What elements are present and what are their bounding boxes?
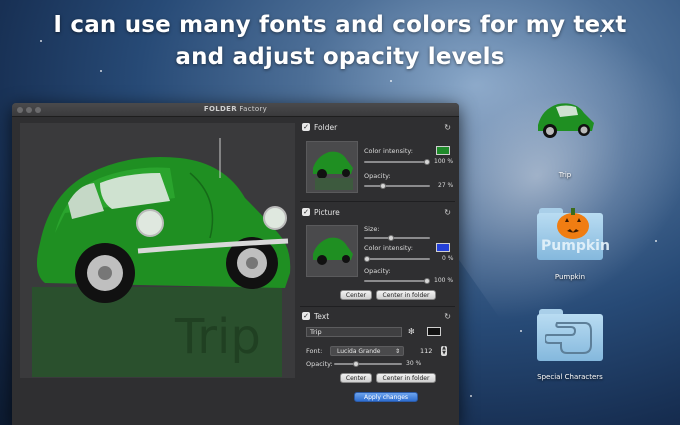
pumpkin-folder-icon: Pumpkin bbox=[537, 208, 610, 260]
picture-thumbnail bbox=[306, 225, 358, 277]
picture-opacity-value: 100 % bbox=[434, 277, 454, 284]
desktop-icon-trip[interactable]: Trip bbox=[515, 95, 615, 185]
section-divider bbox=[300, 306, 455, 307]
car-image bbox=[36, 138, 291, 303]
desktop-icon-label: Trip bbox=[558, 171, 572, 179]
desktop-icon-label: Special Characters bbox=[537, 373, 603, 381]
picture-color-swatch[interactable] bbox=[436, 243, 450, 252]
font-popup-value: Lucida Grande bbox=[337, 348, 381, 355]
folder-color-intensity-slider[interactable] bbox=[364, 159, 430, 165]
text-reset-icon[interactable]: ↻ bbox=[444, 312, 451, 321]
settings-panel: ✓ Folder ↻ Color intensity: 100 % Opacit… bbox=[300, 117, 459, 425]
picture-color-intensity-value: 0 % bbox=[442, 255, 454, 262]
picture-section-checkbox[interactable]: ✓ bbox=[302, 208, 310, 216]
picture-opacity-slider[interactable] bbox=[364, 278, 430, 284]
text-section-header: ✓ Text ↻ bbox=[300, 310, 455, 323]
slider-knob[interactable] bbox=[424, 278, 430, 284]
folder-reset-icon[interactable]: ↻ bbox=[444, 123, 451, 132]
picture-size-slider[interactable] bbox=[364, 235, 430, 241]
text-center-button[interactable]: Center bbox=[340, 373, 372, 383]
window-title-rest: Factory bbox=[239, 105, 268, 113]
picture-center-in-folder-button[interactable]: Center in folder bbox=[376, 290, 436, 300]
slider-knob[interactable] bbox=[424, 159, 430, 165]
font-label: Font: bbox=[306, 347, 323, 355]
picture-size-label: Size: bbox=[364, 225, 380, 233]
picture-color-intensity-label: Color intensity: bbox=[364, 244, 413, 252]
desktop-icon-special-characters[interactable]: Special Characters bbox=[520, 305, 620, 385]
hand-folder-icon bbox=[537, 309, 603, 361]
folder-factory-window: FOLDER Factory Trip ✓ Folder ↻ Color int… bbox=[12, 103, 459, 425]
text-opacity-value: 30 % bbox=[406, 360, 422, 367]
text-color-swatch[interactable] bbox=[427, 327, 441, 336]
pointing-hand-icon bbox=[545, 322, 592, 354]
desktop-icon-pumpkin[interactable]: Pumpkin Pumpkin bbox=[520, 200, 620, 281]
text-opacity-label: Opacity: bbox=[306, 360, 333, 368]
folder-color-intensity-value: 100 % bbox=[434, 158, 454, 165]
font-size-stepper[interactable]: ▲ ▼ bbox=[441, 346, 447, 356]
folder-opacity-value: 27 % bbox=[438, 182, 454, 189]
pumpkin-icon bbox=[557, 208, 589, 239]
title-bar[interactable]: FOLDER Factory bbox=[12, 103, 459, 117]
headline-line-2: and adjust opacity levels bbox=[175, 44, 505, 70]
text-section-title: Text bbox=[314, 312, 330, 321]
slider-knob[interactable] bbox=[388, 235, 394, 241]
slider-knob[interactable] bbox=[352, 361, 359, 367]
picture-center-button[interactable]: Center bbox=[340, 290, 372, 300]
picture-color-intensity-slider[interactable] bbox=[364, 256, 430, 262]
special-characters-icon[interactable]: ❇ bbox=[408, 327, 415, 336]
text-center-in-folder-button[interactable]: Center in folder bbox=[376, 373, 436, 383]
apply-changes-button[interactable]: Apply changes bbox=[354, 392, 418, 402]
picture-opacity-label: Opacity: bbox=[364, 267, 391, 275]
slider-knob[interactable] bbox=[380, 183, 387, 189]
font-size-field[interactable]: 112 bbox=[420, 347, 432, 355]
picture-reset-icon[interactable]: ↻ bbox=[444, 208, 451, 217]
folder-opacity-label: Opacity: bbox=[364, 172, 391, 180]
section-divider bbox=[300, 201, 455, 202]
preview-canvas: Trip bbox=[20, 123, 295, 378]
star bbox=[390, 80, 392, 82]
text-opacity-slider[interactable] bbox=[334, 361, 402, 367]
window-title-bold: FOLDER bbox=[203, 105, 237, 113]
text-section-checkbox[interactable]: ✓ bbox=[302, 312, 310, 320]
car-thumbnail-icon bbox=[307, 226, 357, 276]
folder-color-intensity-label: Color intensity: bbox=[364, 147, 413, 155]
folder-text-input[interactable]: Trip bbox=[306, 327, 402, 337]
chevron-updown-icon: ⇕ bbox=[394, 348, 400, 355]
star bbox=[655, 240, 657, 242]
headline-line-1: I can use many fonts and colors for my t… bbox=[53, 12, 627, 38]
star bbox=[100, 70, 102, 72]
car-folder-icon bbox=[538, 103, 594, 138]
folder-opacity-slider[interactable] bbox=[364, 183, 430, 189]
window-title: FOLDER Factory bbox=[12, 105, 459, 113]
folder-section-title: Folder bbox=[314, 123, 338, 132]
picture-section-header: ✓ Picture ↻ bbox=[300, 206, 455, 219]
font-popup[interactable]: Lucida Grande ⇕ bbox=[330, 346, 404, 356]
folder-thumbnail bbox=[306, 141, 358, 193]
slider-knob[interactable] bbox=[364, 256, 370, 262]
car-thumbnail-icon bbox=[307, 142, 357, 192]
star bbox=[470, 395, 472, 397]
desktop-icon-label: Pumpkin bbox=[554, 273, 586, 281]
folder-section-checkbox[interactable]: ✓ bbox=[302, 123, 310, 131]
star bbox=[40, 40, 42, 42]
folder-section-header: ✓ Folder ↻ bbox=[300, 121, 455, 134]
folder-color-swatch[interactable] bbox=[436, 146, 450, 155]
picture-section-title: Picture bbox=[314, 208, 340, 217]
